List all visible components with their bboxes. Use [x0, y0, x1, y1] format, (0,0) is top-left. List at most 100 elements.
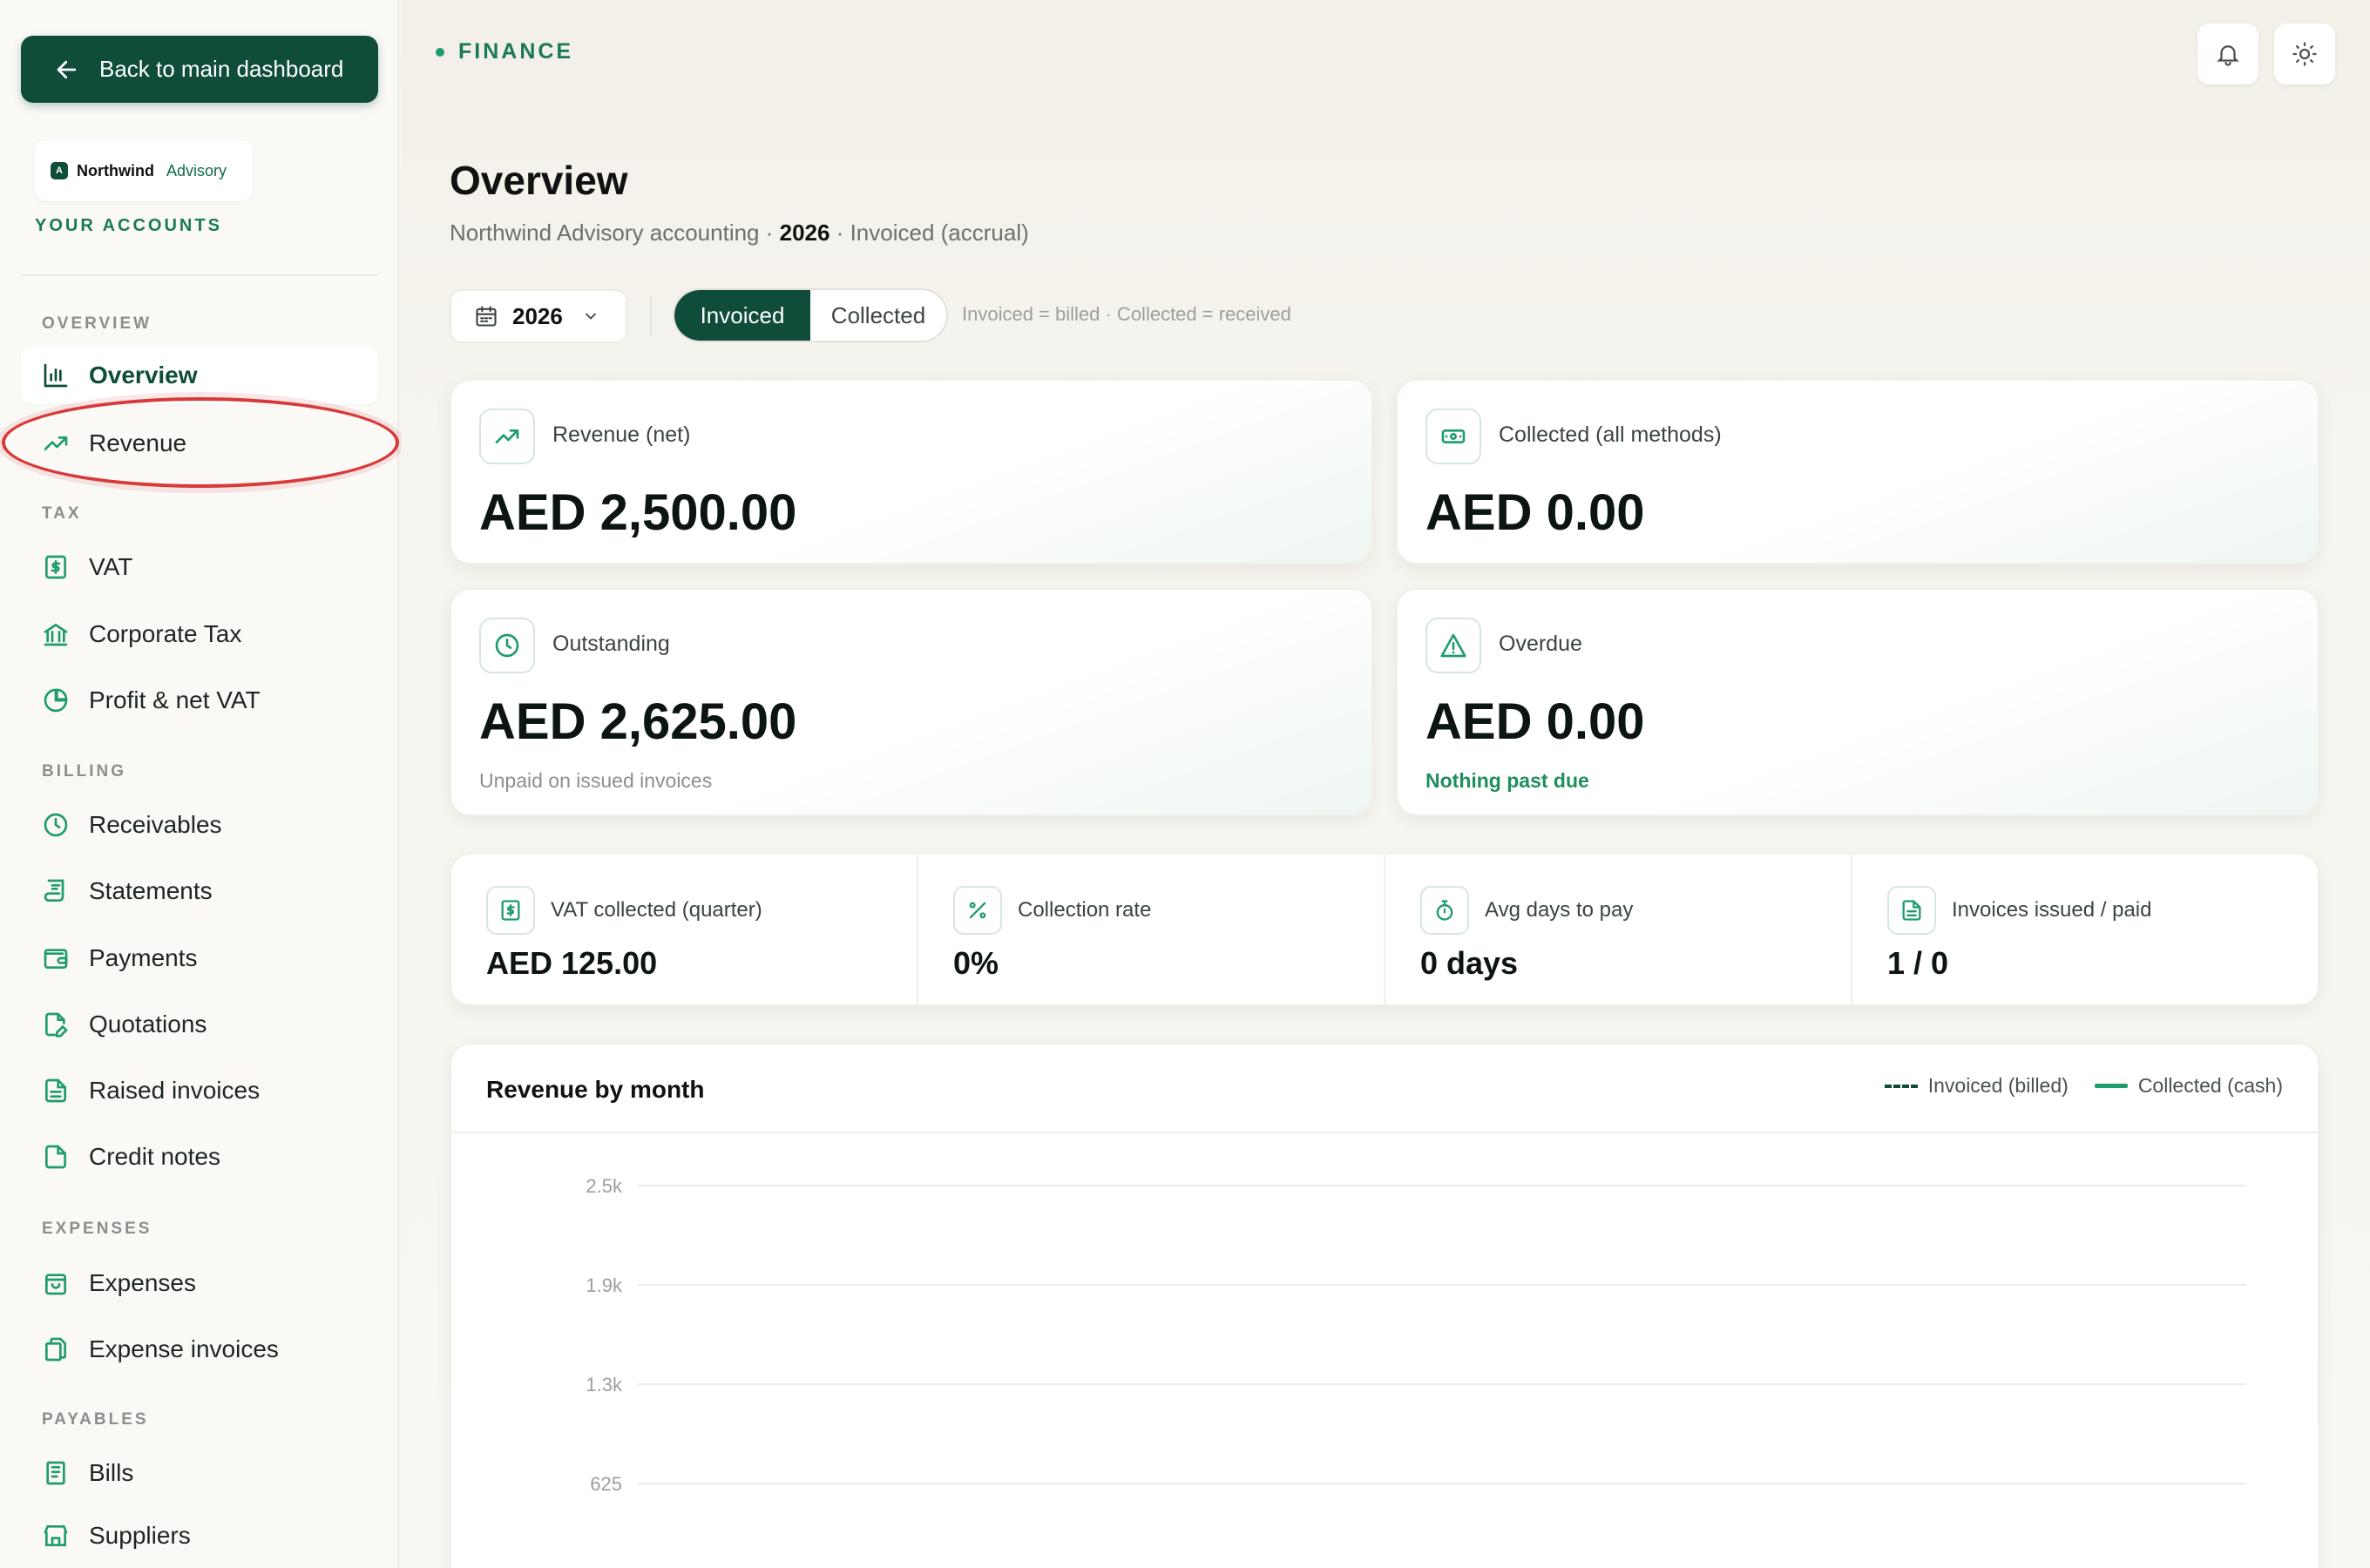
subtitle-suffix: · Invoiced (accrual): [830, 220, 1029, 246]
sidebar-item-credit-notes[interactable]: Credit notes: [21, 1128, 378, 1186]
sidebar-item-label: Receivables: [89, 811, 222, 838]
legend-label-invoiced: Invoiced (billed): [1927, 1074, 2069, 1097]
sidebar-item-suppliers[interactable]: Suppliers: [21, 1507, 378, 1565]
outstanding-card: Outstanding AED 2,625.00 Unpaid on issue…: [450, 588, 1373, 816]
stat-vat: VAT collected (quarter) AED 125.00: [451, 855, 918, 1004]
sidebar-item-quotations[interactable]: Quotations: [21, 996, 378, 1053]
stat-rate-label: Collection rate: [1018, 898, 1152, 922]
sidebar-item-label: Suppliers: [89, 1522, 191, 1549]
sidebar-item-expense-invoices[interactable]: Expense invoices: [21, 1321, 378, 1378]
clock-icon: [495, 633, 519, 658]
toggle-invoiced[interactable]: Invoiced: [674, 290, 810, 341]
y-tick-label: 1.3k: [586, 1374, 623, 1396]
stat-days-value: 0 days: [1420, 945, 1519, 981]
stat-invoices-issued: Invoices issued / paid 1 / 0: [1852, 855, 2318, 1004]
account-switcher[interactable]: A Northwind Advisory: [35, 140, 253, 201]
stopwatch-icon: [1436, 900, 1453, 921]
file-icon: [45, 1145, 66, 1169]
sidebar-item-label: Raised invoices: [89, 1077, 261, 1104]
revenue-value: AED 2,500.00: [479, 484, 797, 541]
overdue-value: AED 0.00: [1425, 693, 1645, 750]
collected-value: AED 0.00: [1425, 484, 1645, 541]
breadcrumb-label: FINANCE: [458, 39, 574, 64]
clock-icon: [44, 813, 68, 837]
overdue-card: Overdue AED 0.00 Nothing past due: [1396, 588, 2319, 816]
page-title: Overview: [450, 158, 628, 203]
sidebar-item-statements[interactable]: Statements: [21, 862, 378, 920]
bank-icon: [44, 623, 68, 646]
sidebar: Back to main dashboard A Northwind Advis…: [0, 0, 399, 1568]
legend-item-invoiced[interactable]: Invoiced (billed): [1884, 1074, 2069, 1098]
sidebar-item-label: Profit & net VAT: [89, 686, 261, 713]
stat-rate-value: 0%: [953, 945, 999, 981]
revenue-label: Revenue (net): [552, 422, 691, 447]
sidebar-item-label: Overview: [89, 362, 198, 389]
main-content: FINANCE Overview Northwind Advisory acco…: [401, 0, 2370, 1568]
sidebar-item-raised-invoices[interactable]: Raised invoices: [21, 1062, 378, 1119]
sidebar-item-label: Expenses: [89, 1269, 196, 1296]
sidebar-item-label: Corporate Tax: [89, 620, 242, 647]
sidebar-item-label: Bills: [89, 1459, 134, 1486]
sidebar-item-vat[interactable]: VAT: [21, 538, 378, 596]
receipt-icon: [45, 555, 66, 579]
back-button-label: Back to main dashboard: [99, 56, 344, 82]
chart-title: Revenue by month: [486, 1076, 705, 1103]
scroll-icon: [44, 879, 64, 902]
basis-toggle: Invoiced Collected: [673, 288, 948, 342]
sidebar-item-expenses[interactable]: Expenses: [21, 1254, 378, 1312]
sidebar-item-label: Revenue: [89, 429, 187, 456]
back-to-dashboard-button[interactable]: Back to main dashboard: [21, 36, 378, 103]
file-text-icon: [1902, 900, 1921, 921]
section-expenses: EXPENSES: [42, 1220, 152, 1238]
stat-rate-icon-box: [953, 886, 1002, 935]
stat-issued-value: 1 / 0: [1887, 945, 1949, 981]
sidebar-item-bills[interactable]: Bills: [21, 1444, 378, 1502]
bar-chart-icon: [44, 363, 68, 388]
notifications-button[interactable]: [2197, 24, 2258, 84]
outstanding-value: AED 2,625.00: [479, 693, 797, 750]
chart-legend: Invoiced (billed) Collected (cash): [1884, 1074, 2283, 1098]
brand-name: Northwind: [77, 161, 154, 179]
year-select[interactable]: 2026: [450, 289, 627, 343]
stat-collection-rate: Collection rate 0%: [918, 855, 1385, 1004]
sidebar-item-corporate-tax[interactable]: Corporate Tax: [21, 605, 378, 663]
legend-item-collected[interactable]: Collected (cash): [2094, 1074, 2283, 1098]
collected-card: Collected (all methods) AED 0.00: [1396, 379, 2319, 564]
your-accounts-link[interactable]: YOUR ACCOUNTS: [35, 216, 222, 236]
subtitle-prefix: Northwind Advisory accounting ·: [450, 220, 780, 246]
chevron-down-icon: [585, 313, 596, 320]
sidebar-item-receivables[interactable]: Receivables: [21, 796, 378, 854]
outstanding-label: Outstanding: [552, 632, 670, 656]
overdue-note: Nothing past due: [1425, 769, 1589, 792]
file-edit-icon: [45, 1012, 68, 1037]
sidebar-item-overview[interactable]: Overview: [21, 347, 378, 404]
revenue-chart-card: Revenue by month Invoiced (billed) Colle…: [450, 1043, 2319, 1568]
sidebar-item-payments[interactable]: Payments: [21, 929, 378, 987]
pie-chart-icon: [44, 688, 68, 713]
stat-issued-label: Invoices issued / paid: [1952, 898, 2152, 922]
legend-swatch-dashed: [1884, 1084, 1918, 1088]
sidebar-item-label: Credit notes: [89, 1143, 220, 1170]
store-icon: [44, 1525, 68, 1546]
toggle-hint: Invoiced = billed · Collected = received: [962, 303, 1291, 325]
sidebar-item-label: Payments: [89, 944, 198, 971]
stat-vat-value: AED 125.00: [486, 945, 658, 981]
filter-separator: [650, 296, 652, 336]
wallet-icon: [44, 949, 68, 969]
receipt-icon: [501, 900, 520, 921]
brand-logo: A: [51, 162, 68, 179]
collected-label: Collected (all methods): [1499, 422, 1722, 447]
theme-toggle-button[interactable]: [2274, 24, 2335, 84]
sidebar-item-profit-vat[interactable]: Profit & net VAT: [21, 672, 378, 729]
page-subtitle: Northwind Advisory accounting · 2026 · I…: [450, 220, 1029, 247]
section-payables: PAYABLES: [42, 1410, 149, 1429]
collected-card-icon-box: [1425, 409, 1481, 464]
sidebar-item-label: Statements: [89, 877, 213, 904]
overdue-card-icon-box: [1425, 618, 1481, 673]
sidebar-item-revenue[interactable]: Revenue: [21, 415, 378, 472]
sidebar-item-label: Expense invoices: [89, 1335, 279, 1362]
y-tick-label: 625: [590, 1473, 622, 1495]
year-select-value: 2026: [512, 302, 563, 329]
toggle-collected[interactable]: Collected: [810, 290, 946, 341]
banknote-icon: [1441, 429, 1466, 443]
